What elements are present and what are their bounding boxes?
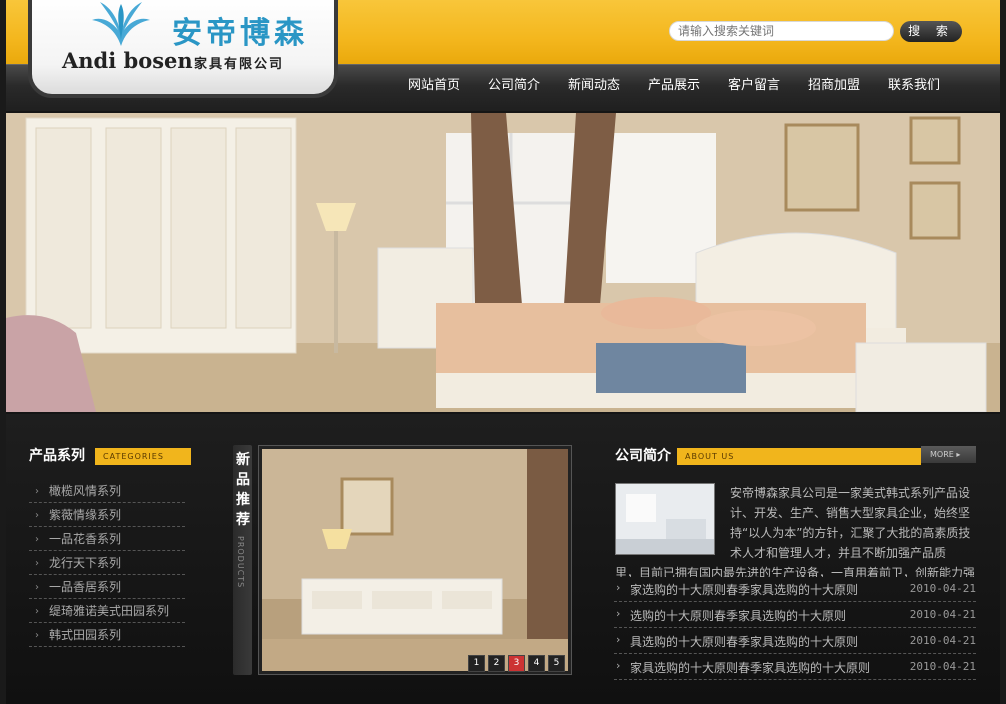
right-edge <box>1000 0 1006 704</box>
search-input[interactable] <box>669 21 894 41</box>
more-button[interactable]: MORE ▸ <box>921 446 976 463</box>
slide-pager: 1 2 3 4 5 <box>468 655 565 672</box>
nav-guestbook[interactable]: 客户留言 <box>714 64 794 110</box>
arrow-icon: › <box>35 630 39 641</box>
product-photo <box>262 449 568 671</box>
banner-image <box>6 113 1000 412</box>
about-title: 公司简介 <box>615 448 671 464</box>
brand-en: Andi bosen <box>62 48 193 73</box>
category-item[interactable]: › 韩式田园系列 <box>29 624 185 647</box>
about-photo <box>615 483 715 555</box>
news-item[interactable]: › 选购的十大原则春季家具选购的十大原则 2010-04-21 <box>614 603 976 628</box>
brand-sub: 家具有限公司 <box>194 57 285 72</box>
pager-button[interactable]: 1 <box>468 655 485 672</box>
categories-title: 产品系列 <box>29 448 85 464</box>
pager-button[interactable]: 2 <box>488 655 505 672</box>
arrow-icon: › <box>616 581 621 594</box>
nav-franchise[interactable]: 招商加盟 <box>794 64 874 110</box>
search-button[interactable]: 搜 索 <box>900 21 962 42</box>
about-text: 安帝博森家具公司是一家美式韩式系列产品设计、开发、生产、销售大型家具企业，始终坚… <box>730 486 971 560</box>
category-item[interactable]: › 一品花香系列 <box>29 528 185 551</box>
category-item[interactable]: › 缇琦雅诺美式田园系列 <box>29 600 185 623</box>
news-item[interactable]: › 具选购的十大原则春季家具选购的十大原则 2010-04-21 <box>614 629 976 654</box>
nav-contact[interactable]: 联系我们 <box>874 64 954 110</box>
arrow-icon: › <box>35 510 39 521</box>
category-list: › 橄榄风情系列 › 紫薇情缘系列 › 一品花香系列 › 龙行天下系列 › 一品香居系列 … <box>29 480 185 648</box>
category-item[interactable]: › 龙行天下系列 <box>29 552 185 575</box>
new-products-tag: PRODUCTS <box>236 536 245 589</box>
news-item[interactable]: › 家选购的十大原则春季家具选购的十大原则 2010-04-21 <box>614 577 976 602</box>
arrow-icon: › <box>35 558 39 569</box>
main-nav: 网站首页 公司简介 新闻动态 产品展示 客户留言 招商加盟 联系我们 <box>394 64 954 110</box>
arrow-icon: › <box>35 534 39 545</box>
brand-cn: 安帝博森 <box>172 16 308 51</box>
pager-button-active[interactable]: 3 <box>508 655 525 672</box>
arrow-icon: › <box>35 606 39 617</box>
categories-tag: CATEGORIES <box>95 448 191 465</box>
news-item[interactable]: › 家具选购的十大原则春季家具选购的十大原则 2010-04-21 <box>614 655 976 680</box>
arrow-icon: › <box>35 486 39 497</box>
logo[interactable]: 安帝博森 Andi bosen 家具有限公司 <box>28 0 338 98</box>
arrow-icon: › <box>616 659 621 672</box>
nav-products[interactable]: 产品展示 <box>634 64 714 110</box>
new-products-title: 新品推荐 <box>236 452 250 528</box>
categories-header: 产品系列 CATEGORIES <box>29 446 191 466</box>
about-tag: ABOUT US <box>677 448 921 465</box>
pager-button[interactable]: 5 <box>548 655 565 672</box>
nav-about[interactable]: 公司简介 <box>474 64 554 110</box>
category-item[interactable]: › 一品香居系列 <box>29 576 185 599</box>
about-header: 公司简介 ABOUT US <box>615 446 921 466</box>
category-item[interactable]: › 紫薇情缘系列 <box>29 504 185 527</box>
arrow-icon: › <box>35 582 39 593</box>
nav-home[interactable]: 网站首页 <box>394 64 474 110</box>
arrow-icon: › <box>616 607 621 620</box>
category-item[interactable]: › 橄榄风情系列 <box>29 480 185 503</box>
about-text-continued: 里，目前已拥有国内最先进的生产设备，一直用着前卫，创新能力强 <box>615 566 975 577</box>
nav-news[interactable]: 新闻动态 <box>554 64 634 110</box>
new-product-slide[interactable] <box>258 445 572 675</box>
arrow-icon: › <box>616 633 621 646</box>
news-list: › 家选购的十大原则春季家具选购的十大原则 2010-04-21 › 选购的十大原则春… <box>614 577 976 681</box>
logo-fan-icon <box>92 2 150 46</box>
pager-button[interactable]: 4 <box>528 655 545 672</box>
